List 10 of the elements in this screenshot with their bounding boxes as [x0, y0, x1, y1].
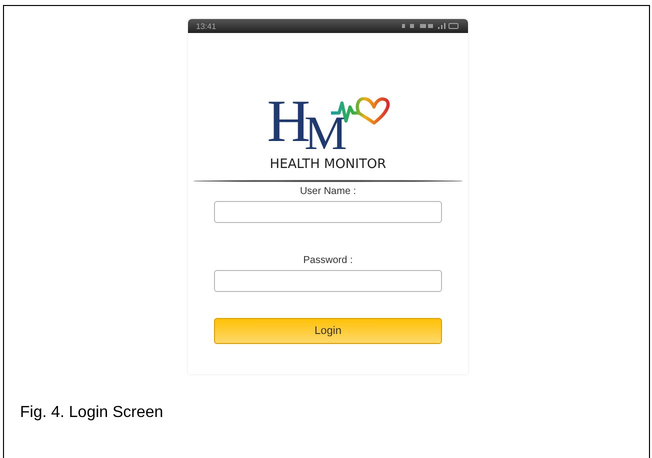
logo-name: HEALTH MONITOR — [270, 157, 386, 172]
figure-caption: Fig. 4. Login Screen — [20, 404, 164, 422]
logo-letters: H$_{M}$ — [267, 91, 342, 151]
login-button[interactable]: Login — [214, 318, 442, 344]
status-time: 13:41 — [196, 22, 216, 30]
input-field[interactable] — [214, 201, 442, 223]
field-label: Password : — [303, 255, 353, 266]
status-icons — [400, 22, 460, 30]
input-field[interactable] — [214, 270, 442, 292]
field-label: User Name : — [300, 186, 356, 197]
